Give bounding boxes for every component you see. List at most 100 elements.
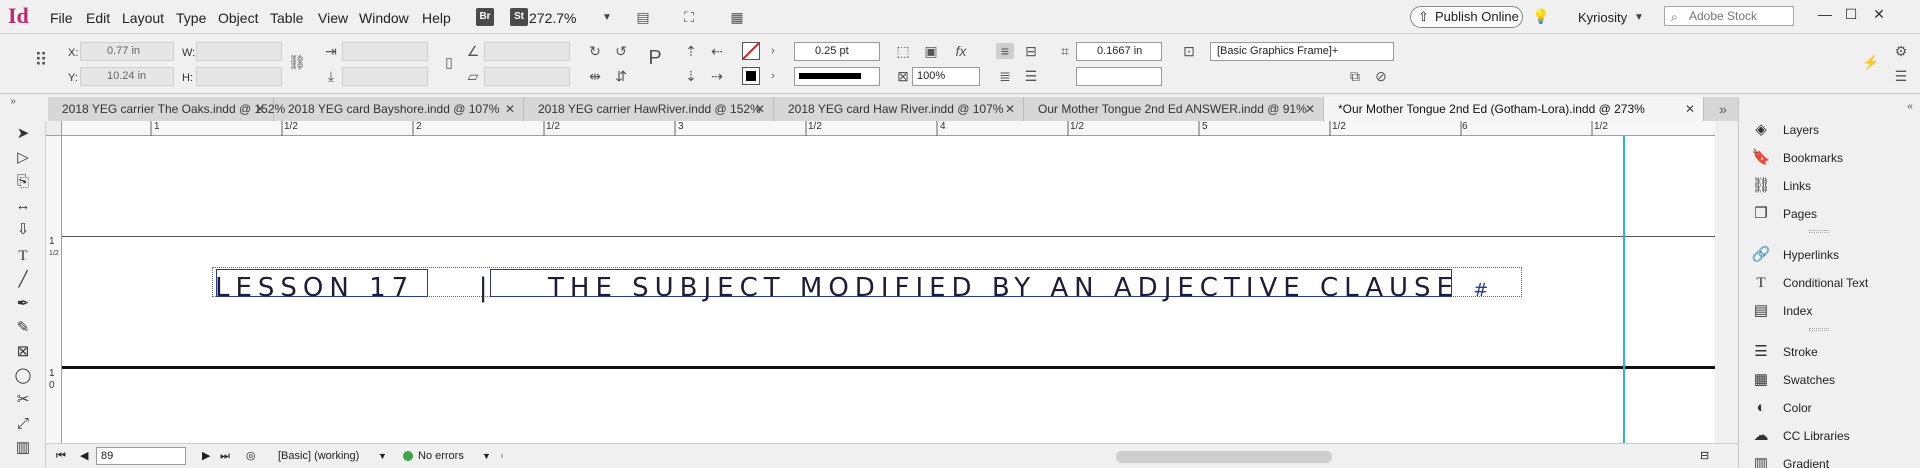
stroke-swatch[interactable] xyxy=(742,67,760,85)
stroke-weight-field[interactable]: 0.25 pt xyxy=(794,42,880,61)
reference-point-icon[interactable]: ⠿ xyxy=(32,51,50,69)
menu-view[interactable]: View xyxy=(318,10,348,26)
wrap-object-shape-icon[interactable]: ≣ xyxy=(996,68,1014,84)
page-options-icon[interactable]: ◎ xyxy=(246,450,256,463)
lesson-heading-text[interactable]: LESSON 17 | THE SUBJECT MODIFIED BY AN A… xyxy=(215,273,1488,306)
rectangle-frame-tool-icon[interactable]: ⊠ xyxy=(12,343,34,361)
panel-bookmarks[interactable]: 🔖 Bookmarks xyxy=(1751,148,1911,168)
constrain-scale-icon[interactable]: ▯ xyxy=(440,54,458,70)
panel-separator[interactable] xyxy=(1809,230,1829,233)
menu-layout[interactable]: Layout xyxy=(122,10,164,26)
lightbulb-icon[interactable]: 💡 xyxy=(1532,8,1550,24)
width-field[interactable] xyxy=(196,42,282,61)
y-position-field[interactable]: 10.24 in xyxy=(80,67,174,86)
scissors-tool-icon[interactable]: ✂ xyxy=(12,391,34,409)
rotate-cw-icon[interactable]: ↻ xyxy=(586,43,604,59)
fill-swatch[interactable] xyxy=(742,42,760,60)
arrange-documents-icon[interactable]: ▦ xyxy=(728,9,746,25)
text-wrap-bounding-icon[interactable]: ⊟ xyxy=(1022,43,1040,59)
menu-window[interactable]: Window xyxy=(359,10,409,26)
user-dropdown-icon[interactable]: ▼ xyxy=(1634,12,1644,23)
page-number-field[interactable]: 89 xyxy=(96,447,186,465)
gradient-tool-icon[interactable]: ▥ xyxy=(12,439,34,457)
panel-conditional-text[interactable]: T Conditional Text xyxy=(1751,273,1911,293)
more-tabs-icon[interactable]: » xyxy=(1714,101,1732,117)
menu-object[interactable]: Object xyxy=(218,10,258,26)
preflight-dropdown-icon[interactable]: ▼ xyxy=(482,450,491,463)
tab-2018-yeg-card-haw-river[interactable]: 2018 YEG card Haw River.indd @ 107% ✕ xyxy=(774,97,1024,121)
panel-stroke[interactable]: ☰ Stroke xyxy=(1751,342,1911,362)
profile-dropdown-icon[interactable]: ▼ xyxy=(378,450,387,463)
panel-index[interactable]: ▤ Index xyxy=(1751,301,1911,321)
bridge-badge[interactable]: Br xyxy=(476,8,494,26)
menu-help[interactable]: Help xyxy=(422,10,451,26)
scroll-left-icon[interactable]: ‹ xyxy=(500,450,504,463)
clear-overrides-icon[interactable]: ⧉ xyxy=(1346,68,1364,84)
x-position-field[interactable]: 0.77 in xyxy=(80,42,174,61)
panel-cc-libraries[interactable]: ☁ CC Libraries xyxy=(1751,426,1911,446)
panel-swatches[interactable]: ▦ Swatches xyxy=(1751,370,1911,390)
menu-edit[interactable]: Edit xyxy=(86,10,110,26)
rotation-angle-icon[interactable]: ∠ xyxy=(464,43,482,59)
text-on-path-icon[interactable]: P xyxy=(646,48,664,68)
shear-angle-icon[interactable]: ▱ xyxy=(464,68,482,84)
select-next-icon[interactable]: ⇢ xyxy=(708,68,726,84)
select-previous-icon[interactable]: ⇠ xyxy=(708,43,726,59)
tab-2018-yeg-carrier-hawriver[interactable]: 2018 YEG carrier HawRiver.indd @ 152% ✕ xyxy=(524,97,774,121)
fit-content-icon[interactable]: ▣ xyxy=(922,43,940,59)
zoom-level[interactable]: 272.7% xyxy=(529,10,576,26)
pen-tool-icon[interactable]: ✒ xyxy=(12,295,34,313)
control-panel-menu-icon[interactable]: ☰ xyxy=(1892,68,1910,84)
scale-y-icon[interactable]: ⤓ xyxy=(322,68,340,84)
opacity-icon[interactable]: ⊠ xyxy=(894,68,912,84)
panel-separator[interactable] xyxy=(1809,328,1829,331)
panel-color[interactable]: ◐ Color xyxy=(1751,398,1911,418)
ellipse-tool-icon[interactable]: ◯ xyxy=(12,367,34,385)
flip-vertical-icon[interactable]: ⇵ xyxy=(612,68,630,84)
effects-fx-icon[interactable]: fx xyxy=(952,43,970,59)
last-page-icon[interactable]: ⏭ xyxy=(220,450,230,463)
menu-file[interactable]: File xyxy=(50,10,73,26)
tab-our-mother-tongue-gotham-lora[interactable]: *Our Mother Tongue 2nd Ed (Gotham-Lora).… xyxy=(1324,97,1704,121)
scale-y-field[interactable] xyxy=(342,67,428,86)
menu-table[interactable]: Table xyxy=(270,10,303,26)
line-tool-icon[interactable]: ╱ xyxy=(12,271,34,289)
panel-hyperlinks[interactable]: 🔗 Hyperlinks xyxy=(1751,245,1911,265)
adobe-stock-search-input[interactable]: ⌕ Adobe Stock xyxy=(1664,6,1794,26)
corner-options-icon[interactable]: ⌗ xyxy=(1056,43,1074,59)
rotation-angle-field[interactable] xyxy=(484,42,570,61)
flip-horizontal-icon[interactable]: ⇹ xyxy=(586,68,604,84)
close-tab-icon[interactable]: ✕ xyxy=(255,97,265,121)
preflight-profile[interactable]: [Basic] (working) xyxy=(278,450,359,463)
control-panel-settings-icon[interactable]: ⚙ xyxy=(1892,43,1910,59)
object-style-dropdown[interactable]: [Basic Graphics Frame]+ xyxy=(1210,42,1394,61)
object-style-icon[interactable]: ⊡ xyxy=(1180,43,1198,59)
stroke-type-field[interactable] xyxy=(794,67,880,86)
ruler-origin[interactable] xyxy=(46,121,62,136)
view-options-icon[interactable]: ⛶ xyxy=(680,9,698,25)
next-page-icon[interactable]: ▶ xyxy=(202,450,210,463)
shear-angle-field[interactable] xyxy=(484,67,570,86)
panel-links[interactable]: ⛓ Links xyxy=(1751,176,1911,196)
panel-pages[interactable]: ❐ Pages xyxy=(1751,204,1911,224)
tab-2018-yeg-carrier-oaks[interactable]: 2018 YEG carrier The Oaks.indd @ 152% ✕ xyxy=(48,97,285,121)
vertical-ruler[interactable]: 1 1/2 1 0 xyxy=(46,136,62,443)
close-tab-icon[interactable]: ✕ xyxy=(1305,97,1315,121)
horizontal-ruler[interactable]: 1 1/2 2 1/2 3 1/2 4 1/2 5 1/2 6 1/2 xyxy=(62,121,1715,136)
scale-x-icon[interactable]: ⇥ xyxy=(322,43,340,59)
pencil-tool-icon[interactable]: ✎ xyxy=(12,319,34,337)
close-tab-icon[interactable]: ✕ xyxy=(1685,97,1695,121)
close-tab-icon[interactable]: ✕ xyxy=(755,97,765,121)
quick-apply-icon[interactable]: ⚡ xyxy=(1862,54,1880,70)
minimize-button[interactable]: — xyxy=(1812,4,1838,24)
direct-selection-tool-icon[interactable]: ▷ xyxy=(12,149,34,167)
maximize-button[interactable]: ☐ xyxy=(1838,4,1864,24)
jump-object-icon[interactable]: ☰ xyxy=(1022,68,1040,84)
screen-mode-icon[interactable]: ▤ xyxy=(634,9,652,25)
preflight-status[interactable]: No errors xyxy=(418,450,464,463)
panel-gradient[interactable]: ▥ Gradient xyxy=(1751,454,1911,468)
horizontal-scrollbar-thumb[interactable] xyxy=(1116,451,1332,463)
previous-page-icon[interactable]: ◀ xyxy=(80,450,88,463)
close-tab-icon[interactable]: ✕ xyxy=(505,97,515,121)
opacity-field[interactable]: 100% xyxy=(912,67,980,86)
